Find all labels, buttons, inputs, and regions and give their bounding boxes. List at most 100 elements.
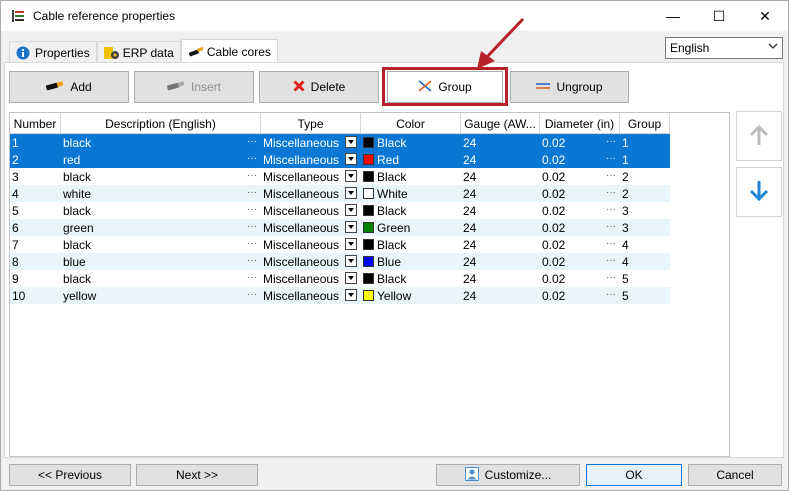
- cell-type[interactable]: Miscellaneous: [261, 202, 361, 219]
- ellipsis-icon[interactable]: ···: [606, 255, 616, 266]
- cell-gauge[interactable]: 24: [461, 185, 540, 202]
- ellipsis-icon[interactable]: ···: [606, 221, 616, 232]
- cell-gauge[interactable]: 24: [461, 270, 540, 287]
- ellipsis-icon[interactable]: ···: [247, 238, 257, 249]
- cell-color[interactable]: Black: [361, 236, 461, 253]
- ellipsis-icon[interactable]: ···: [606, 153, 616, 164]
- dropdown-arrow-icon[interactable]: [345, 272, 357, 284]
- cell-diameter[interactable]: 0.02 ···: [540, 185, 620, 202]
- cell-group[interactable]: 4: [620, 236, 670, 253]
- cell-type[interactable]: Miscellaneous: [261, 151, 361, 168]
- table-row[interactable]: 10 yellow ··· Miscellaneous Yellow 24 0.02 ··· 5: [10, 287, 670, 304]
- table-row[interactable]: 5 black ··· Miscellaneous Black 24 0.02 ··· 3: [10, 202, 670, 219]
- ellipsis-icon[interactable]: ···: [606, 187, 616, 198]
- cell-description[interactable]: green ···: [61, 219, 261, 236]
- dropdown-arrow-icon[interactable]: [345, 221, 357, 233]
- customize-button[interactable]: Customize...: [436, 464, 580, 486]
- cell-color[interactable]: Blue: [361, 253, 461, 270]
- move-up-button[interactable]: [736, 111, 782, 161]
- ellipsis-icon[interactable]: ···: [247, 221, 257, 232]
- cell-diameter[interactable]: 0.02 ···: [540, 236, 620, 253]
- dropdown-arrow-icon[interactable]: [345, 289, 357, 301]
- cell-gauge[interactable]: 24: [461, 236, 540, 253]
- dropdown-arrow-icon[interactable]: [345, 153, 357, 165]
- cell-number[interactable]: 1: [10, 134, 61, 151]
- cell-gauge[interactable]: 24: [461, 168, 540, 185]
- dropdown-arrow-icon[interactable]: [345, 187, 357, 199]
- maximize-button[interactable]: ☐: [696, 1, 742, 31]
- ellipsis-icon[interactable]: ···: [247, 204, 257, 215]
- tab-erp-data[interactable]: ERP data: [96, 41, 181, 63]
- cell-number[interactable]: 9: [10, 270, 61, 287]
- cell-number[interactable]: 3: [10, 168, 61, 185]
- cell-diameter[interactable]: 0.02 ···: [540, 151, 620, 168]
- dropdown-arrow-icon[interactable]: [345, 204, 357, 216]
- cell-type[interactable]: Miscellaneous: [261, 168, 361, 185]
- cell-description[interactable]: black ···: [61, 236, 261, 253]
- tab-properties[interactable]: Properties: [9, 41, 97, 63]
- cell-group[interactable]: 1: [620, 151, 670, 168]
- cell-number[interactable]: 2: [10, 151, 61, 168]
- cancel-button[interactable]: Cancel: [688, 464, 782, 486]
- ellipsis-icon[interactable]: ···: [606, 272, 616, 283]
- cell-gauge[interactable]: 24: [461, 219, 540, 236]
- cell-type[interactable]: Miscellaneous: [261, 236, 361, 253]
- cell-group[interactable]: 2: [620, 168, 670, 185]
- cell-group[interactable]: 5: [620, 270, 670, 287]
- dropdown-arrow-icon[interactable]: [345, 170, 357, 182]
- cell-gauge[interactable]: 24: [461, 202, 540, 219]
- tab-cable-cores[interactable]: Cable cores: [180, 39, 278, 63]
- ellipsis-icon[interactable]: ···: [247, 289, 257, 300]
- cell-group[interactable]: 2: [620, 185, 670, 202]
- cell-color[interactable]: Green: [361, 219, 461, 236]
- cell-number[interactable]: 5: [10, 202, 61, 219]
- cell-diameter[interactable]: 0.02 ···: [540, 287, 620, 304]
- column-header-description[interactable]: Description (English): [61, 113, 261, 134]
- table-row[interactable]: 2 red ··· Miscellaneous Red 24 0.02 ··· 1: [10, 151, 670, 168]
- cell-description[interactable]: black ···: [61, 168, 261, 185]
- cell-diameter[interactable]: 0.02 ···: [540, 168, 620, 185]
- table-row[interactable]: 9 black ··· Miscellaneous Black 24 0.02 ··· 5: [10, 270, 670, 287]
- add-button[interactable]: Add: [9, 71, 129, 103]
- table-row[interactable]: 3 black ··· Miscellaneous Black 24 0.02 ··· 2: [10, 168, 670, 185]
- ellipsis-icon[interactable]: ···: [247, 187, 257, 198]
- column-header-diameter[interactable]: Diameter (in): [540, 113, 620, 134]
- column-header-color[interactable]: Color: [361, 113, 461, 134]
- cell-number[interactable]: 10: [10, 287, 61, 304]
- next-button[interactable]: Next >>: [136, 464, 258, 486]
- cell-diameter[interactable]: 0.02 ···: [540, 253, 620, 270]
- ellipsis-icon[interactable]: ···: [606, 136, 616, 147]
- dropdown-arrow-icon[interactable]: [345, 136, 357, 148]
- table-row[interactable]: 6 green ··· Miscellaneous Green 24 0.02 ··· 3: [10, 219, 670, 236]
- previous-button[interactable]: << Previous: [9, 464, 131, 486]
- cell-diameter[interactable]: 0.02 ···: [540, 202, 620, 219]
- cell-group[interactable]: 4: [620, 253, 670, 270]
- column-header-number[interactable]: Number: [10, 113, 61, 134]
- cell-description[interactable]: yellow ···: [61, 287, 261, 304]
- ellipsis-icon[interactable]: ···: [247, 153, 257, 164]
- cell-description[interactable]: red ···: [61, 151, 261, 168]
- insert-button[interactable]: Insert: [134, 71, 254, 103]
- close-button[interactable]: ✕: [742, 1, 788, 31]
- cell-diameter[interactable]: 0.02 ···: [540, 270, 620, 287]
- cell-number[interactable]: 7: [10, 236, 61, 253]
- cell-type[interactable]: Miscellaneous: [261, 270, 361, 287]
- cell-type[interactable]: Miscellaneous: [261, 185, 361, 202]
- ellipsis-icon[interactable]: ···: [606, 289, 616, 300]
- cell-gauge[interactable]: 24: [461, 134, 540, 151]
- language-select[interactable]: English: [665, 37, 783, 59]
- cell-color[interactable]: Black: [361, 134, 461, 151]
- cell-color[interactable]: Black: [361, 202, 461, 219]
- ellipsis-icon[interactable]: ···: [606, 204, 616, 215]
- cell-description[interactable]: black ···: [61, 202, 261, 219]
- cell-color[interactable]: Black: [361, 270, 461, 287]
- cell-color[interactable]: Yellow: [361, 287, 461, 304]
- ellipsis-icon[interactable]: ···: [606, 238, 616, 249]
- ok-button[interactable]: OK: [586, 464, 682, 486]
- dropdown-arrow-icon[interactable]: [345, 238, 357, 250]
- cell-number[interactable]: 6: [10, 219, 61, 236]
- cell-type[interactable]: Miscellaneous: [261, 253, 361, 270]
- cell-group[interactable]: 1: [620, 134, 670, 151]
- cell-number[interactable]: 4: [10, 185, 61, 202]
- cell-color[interactable]: White: [361, 185, 461, 202]
